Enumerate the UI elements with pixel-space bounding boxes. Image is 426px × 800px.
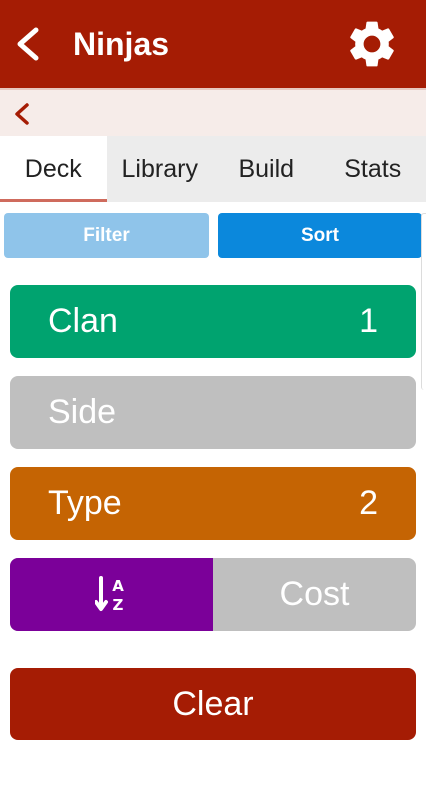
sort-option-label[interactable]: Cost [213, 558, 416, 631]
sort-option-side[interactable]: Side [10, 376, 416, 449]
sort-direction-toggle[interactable]: A Z [10, 558, 213, 631]
filter-button[interactable]: Filter [4, 213, 209, 258]
sort-option-type[interactable]: Type 2 [10, 467, 416, 540]
sort-option-count: 1 [359, 302, 378, 340]
sort-option-label: Type [48, 484, 122, 522]
sort-button[interactable]: Sort [218, 213, 422, 258]
tab-library[interactable]: Library [107, 136, 214, 202]
svg-text:A: A [112, 577, 124, 595]
sort-option-clan[interactable]: Clan 1 [10, 285, 416, 358]
chevron-left-icon[interactable] [11, 102, 33, 126]
svg-text:Z: Z [113, 596, 124, 613]
sub-toolbar [0, 88, 426, 136]
tab-deck[interactable]: Deck [0, 136, 107, 202]
sort-option-cost: A Z Cost [10, 558, 416, 631]
sort-alpha-icon: A Z [95, 576, 124, 613]
app-bar: Ninjas [0, 0, 426, 88]
arrow-back-icon[interactable] [12, 26, 44, 62]
sort-option-label: Clan [48, 302, 118, 340]
sort-option-count: 2 [359, 484, 378, 522]
clear-button[interactable]: Clear [10, 668, 416, 740]
page-title: Ninjas [73, 26, 170, 62]
scrollbar[interactable] [421, 213, 426, 390]
sort-option-label: Side [48, 393, 117, 431]
tab-build[interactable]: Build [213, 136, 320, 202]
tab-stats[interactable]: Stats [320, 136, 426, 202]
gear-icon[interactable] [344, 16, 400, 72]
tab-bar: Deck Library Build Stats [0, 136, 426, 202]
